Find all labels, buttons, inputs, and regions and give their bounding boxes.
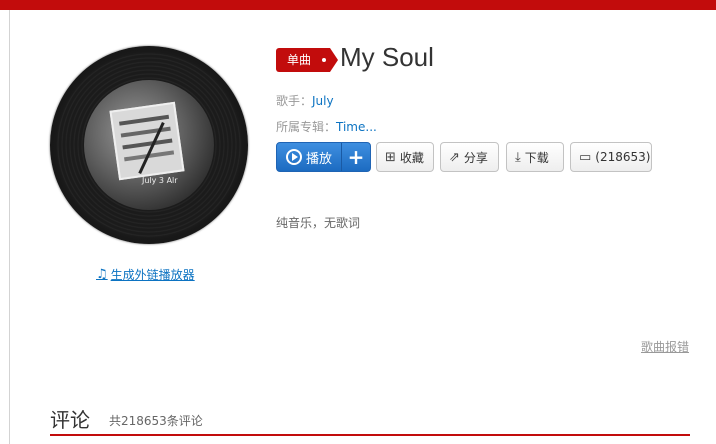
album-label: 所属专辑： bbox=[276, 120, 337, 134]
singer-row: 歌手：July bbox=[276, 92, 334, 109]
folder-plus-icon: ⊞ bbox=[385, 149, 396, 165]
play-icon bbox=[285, 149, 302, 165]
album-row: 所属专辑：Time... bbox=[276, 118, 377, 135]
download-button[interactable]: ⤓ 下载 bbox=[506, 142, 564, 172]
cover-paper bbox=[109, 101, 185, 181]
favorite-label: 收藏 bbox=[399, 150, 424, 165]
share-button[interactable]: ⇗ 分享 bbox=[440, 142, 499, 172]
singer-label: 歌手： bbox=[276, 94, 313, 108]
album-cover-image: July 3 Alr bbox=[84, 80, 214, 210]
comments-count: 共218653条评论 bbox=[109, 414, 203, 428]
left-divider bbox=[9, 10, 10, 444]
cover-text: July 3 Alr bbox=[142, 176, 178, 185]
report-error-link[interactable]: 歌曲报错 bbox=[641, 338, 689, 355]
album-link[interactable]: Time... bbox=[336, 120, 377, 134]
comment-icon: ▭ bbox=[579, 149, 592, 165]
download-icon: ⤓ bbox=[515, 149, 521, 165]
album-cover-disc: July 3 Alr bbox=[50, 46, 248, 244]
external-player-link[interactable]: ♫ 生成外链播放器 bbox=[96, 266, 195, 283]
play-label: 播放 bbox=[305, 151, 332, 167]
song-title: My Soul bbox=[340, 42, 434, 72]
comment-button[interactable]: ▭ (218653) bbox=[570, 142, 652, 172]
comments-title: 评论 bbox=[50, 408, 90, 432]
add-to-playlist-button[interactable]: + bbox=[342, 143, 370, 171]
top-accent-bar bbox=[0, 0, 716, 10]
download-label: 下载 bbox=[524, 150, 549, 165]
song-type-label: 单曲 bbox=[287, 53, 312, 67]
comment-count-label: (218653) bbox=[595, 150, 651, 164]
share-icon: ⇗ bbox=[449, 149, 460, 165]
comments-header: 评论 共218653条评论 bbox=[50, 404, 690, 436]
lyrics-note: 纯音乐，无歌词 bbox=[276, 216, 361, 230]
share-label: 分享 bbox=[463, 150, 488, 165]
play-button[interactable]: 播放 bbox=[277, 143, 341, 171]
singer-link[interactable]: July bbox=[312, 94, 334, 108]
music-note-icon: ♫ bbox=[96, 267, 108, 282]
external-player-link-label: 生成外链播放器 bbox=[110, 268, 195, 282]
favorite-button[interactable]: ⊞ 收藏 bbox=[376, 142, 434, 172]
badge-dot bbox=[322, 58, 326, 62]
song-type-badge: 单曲 bbox=[276, 48, 338, 72]
play-button-group: 播放 + bbox=[276, 142, 371, 172]
